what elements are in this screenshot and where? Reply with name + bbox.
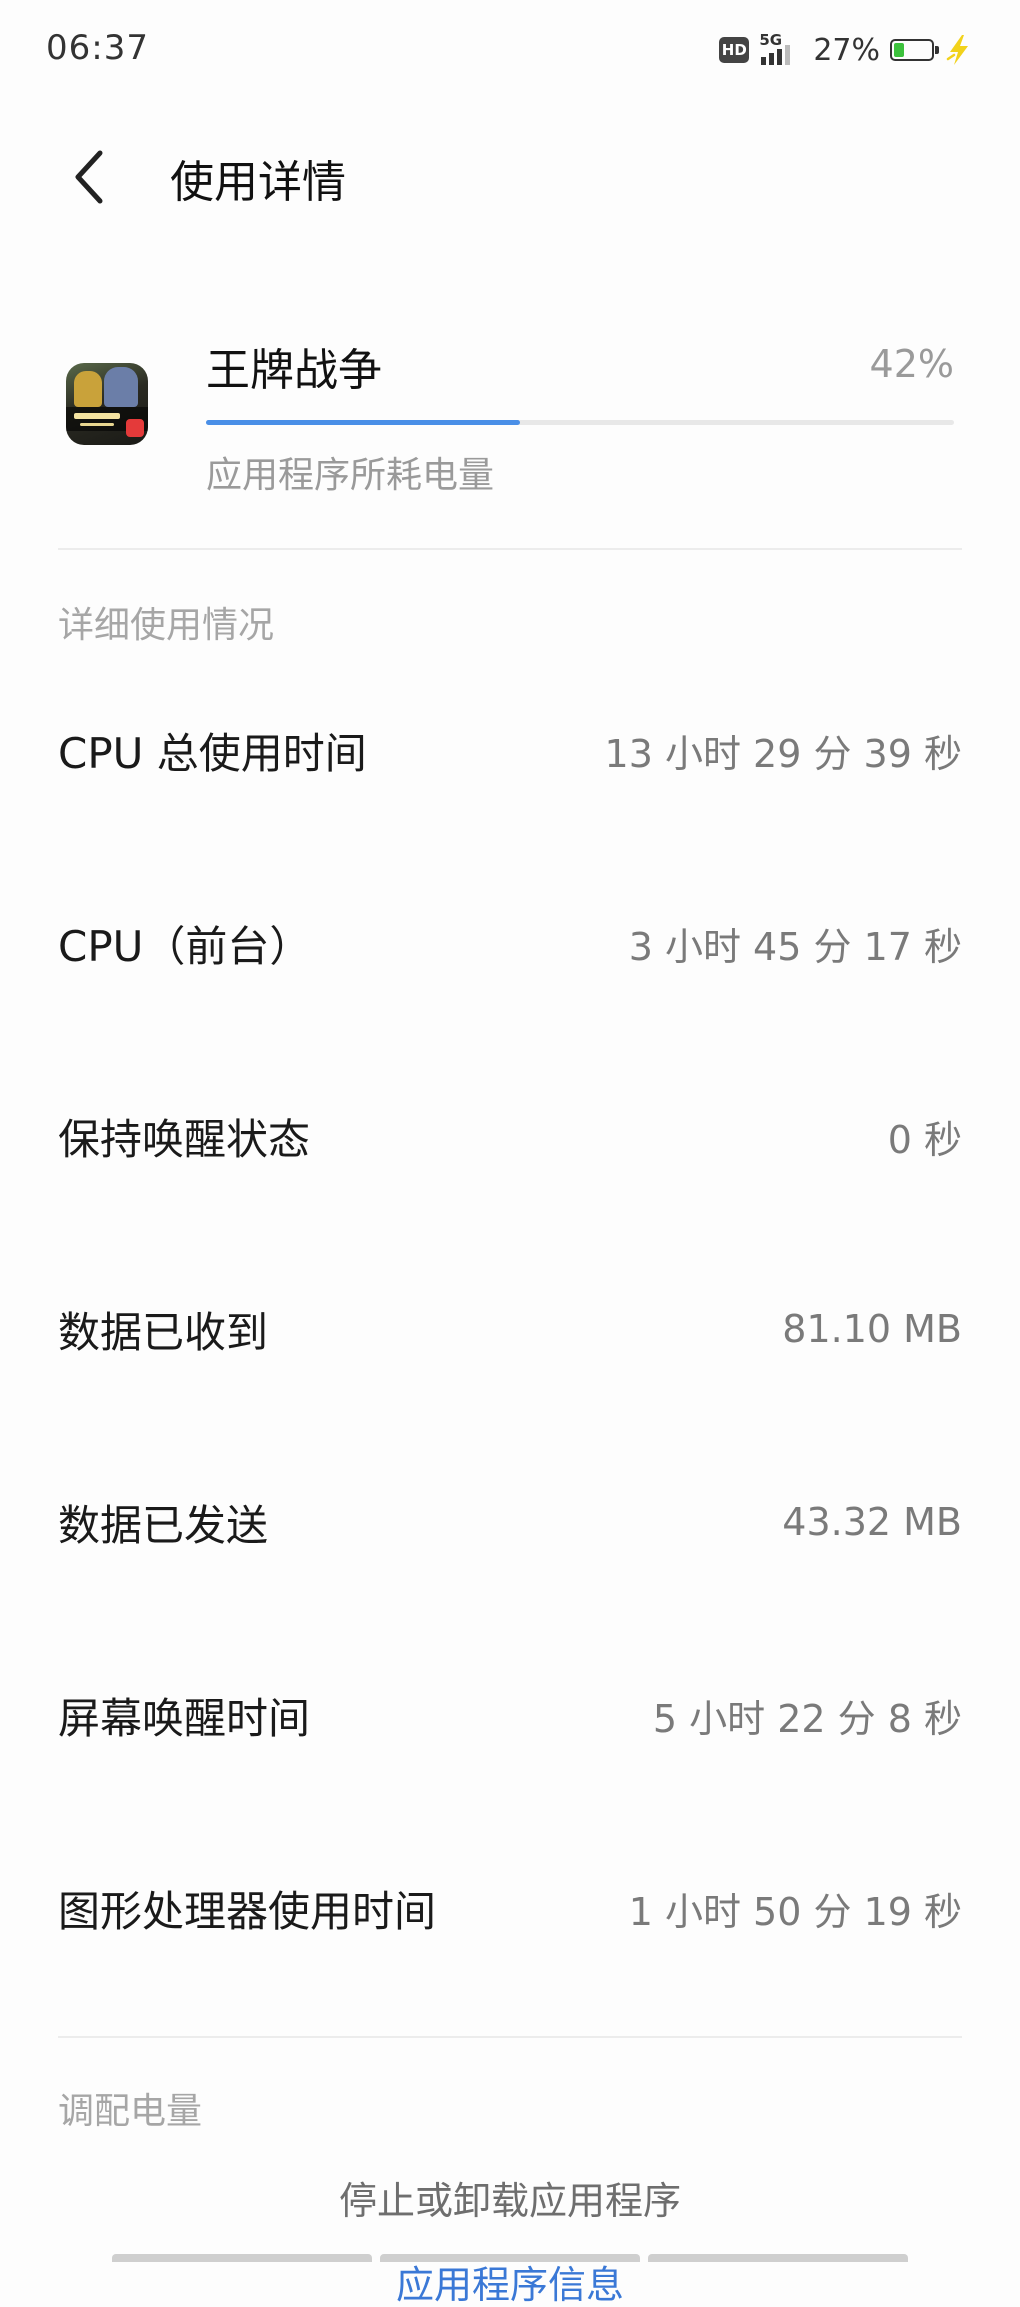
detail-row-gpu-time: 图形处理器使用时间 1 小时 50 分 19 秒 (58, 1868, 962, 1948)
divider (58, 2036, 962, 2038)
detail-row-data-received: 数据已收到 81.10 MB (58, 1289, 962, 1369)
usage-progress-bar (206, 420, 954, 425)
row-value: 3 小时 45 分 17 秒 (628, 924, 962, 969)
row-label: 屏幕唤醒时间 (58, 1693, 311, 1743)
row-value: 5 小时 22 分 8 秒 (652, 1696, 962, 1741)
bottom-button-bar: 应用程序信息 (112, 2254, 908, 2304)
row-label: 数据已收到 (58, 1307, 269, 1357)
section-header-details: 详细使用情况 (58, 605, 275, 646)
section-header-power: 调配电量 (58, 2091, 203, 2132)
row-label: CPU 总使用时间 (58, 728, 367, 778)
divider (58, 548, 962, 550)
usage-percent: 42% (869, 342, 954, 386)
hd-icon: HD (719, 37, 750, 63)
bottom-tab[interactable] (648, 2254, 908, 2262)
bottom-tab[interactable] (112, 2254, 372, 2262)
app-info-button[interactable]: 应用程序信息 (380, 2254, 640, 2304)
network-type: 5G (759, 31, 783, 49)
detail-row-data-sent: 数据已发送 43.32 MB (58, 1482, 962, 1562)
row-value: 43.32 MB (782, 1500, 962, 1544)
app-name: 王牌战争 (206, 345, 382, 396)
detail-row-keep-awake: 保持唤醒状态 0 秒 (58, 1096, 962, 1176)
detail-row-cpu-total: CPU 总使用时间 13 小时 29 分 39 秒 (58, 710, 962, 790)
stop-or-uninstall-button[interactable]: 停止或卸载应用程序 (0, 2170, 1020, 2225)
row-value: 13 小时 29 分 39 秒 (604, 731, 962, 776)
app-info-label: 应用程序信息 (395, 2263, 624, 2307)
usage-progress-fill (206, 420, 521, 425)
status-icons: HD 5G 27% (719, 30, 974, 70)
row-label: CPU（前台） (58, 921, 312, 971)
charging-icon (946, 35, 968, 65)
row-value: 0 秒 (887, 1117, 962, 1162)
row-label: 保持唤醒状态 (58, 1114, 311, 1164)
chevron-left-icon (75, 150, 103, 204)
row-value: 81.10 MB (782, 1307, 962, 1351)
battery-fill (894, 43, 904, 57)
detail-row-screen-awake: 屏幕唤醒时间 5 小时 22 分 8 秒 (58, 1675, 962, 1755)
battery-icon (890, 39, 939, 61)
signal-icon: 5G (759, 31, 803, 67)
detail-row-cpu-foreground: CPU（前台） 3 小时 45 分 17 秒 (58, 903, 962, 983)
row-label: 图形处理器使用时间 (58, 1886, 437, 1936)
status-bar: 06:37 HD 5G 27% (0, 0, 1020, 100)
battery-percent: 27% (813, 32, 880, 68)
status-time: 06:37 (46, 28, 149, 68)
app-icon (66, 363, 148, 445)
row-value: 1 小时 50 分 19 秒 (628, 1889, 962, 1934)
app-subtitle: 应用程序所耗电量 (206, 455, 495, 496)
back-button[interactable] (60, 140, 120, 214)
row-label: 数据已发送 (58, 1500, 269, 1550)
page-title: 使用详情 (170, 157, 346, 208)
